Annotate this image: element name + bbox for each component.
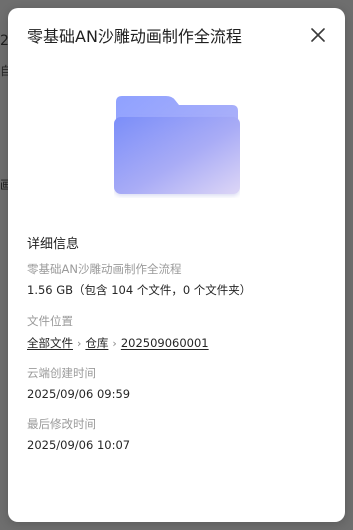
chevron-right-icon: › [112, 336, 117, 350]
breadcrumb-folder[interactable]: 202509060001 [121, 336, 209, 350]
breadcrumb-warehouse[interactable]: 仓库 [85, 335, 108, 351]
file-size-value: 1.56 GB（包含 104 个文件，0 个文件夹） [27, 283, 252, 297]
modified-label: 最后修改时间 [27, 417, 96, 431]
file-details-panel: 零基础AN沙雕动画制作全流程 详细信息 零基础AN沙雕动画制作全流程 1.56 … [8, 8, 345, 522]
folder-icon [114, 94, 240, 198]
panel-header: 零基础AN沙雕动画制作全流程 [8, 8, 345, 62]
close-button[interactable] [308, 25, 328, 45]
file-name-label: 零基础AN沙雕动画制作全流程 [27, 262, 182, 276]
location-label: 文件位置 [27, 314, 73, 328]
panel-title: 零基础AN沙雕动画制作全流程 [27, 27, 242, 46]
created-value: 2025/09/06 09:59 [27, 387, 131, 401]
breadcrumb-all-files[interactable]: 全部文件 [27, 335, 73, 351]
close-icon [311, 28, 325, 42]
details-heading: 详细信息 [27, 237, 80, 252]
location-breadcrumb: 全部文件 › 仓库 › 202509060001 [27, 335, 209, 351]
created-label: 云端创建时间 [27, 366, 96, 380]
modified-value: 2025/09/06 10:07 [27, 438, 131, 452]
chevron-right-icon: › [77, 336, 82, 350]
